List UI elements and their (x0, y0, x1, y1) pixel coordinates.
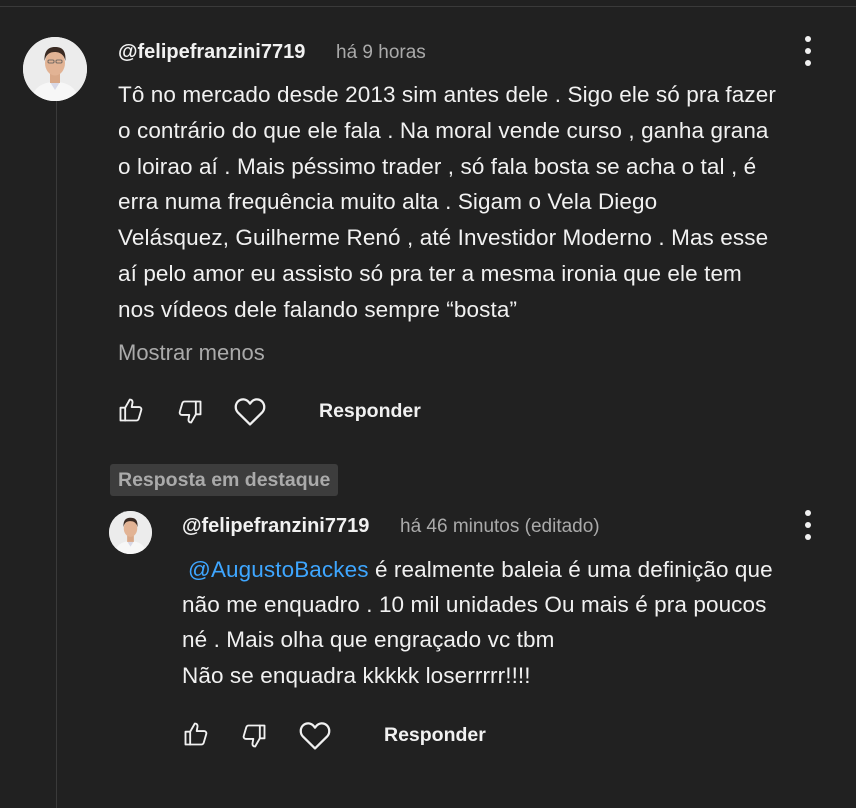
avatar[interactable] (109, 511, 152, 554)
comment-line: Tô no mercado desde 2013 sim antes dele … (118, 82, 776, 107)
comment-line: o contrário do que ele fala . Na moral v… (118, 118, 769, 143)
comment-thread: @felipefranzini7719 há 9 horas Tô no mer… (0, 0, 856, 808)
thread-line (56, 94, 57, 808)
comment-line: Velásquez, Guilherme Renó , até Investid… (118, 225, 769, 250)
more-vertical-icon[interactable] (800, 509, 816, 541)
reply-line: não me enquadro . 10 mil unidades Ou mai… (182, 592, 767, 617)
thumbs-up-icon[interactable] (182, 720, 210, 748)
comment-line: o loirao aí . Mais péssimo trader , só f… (118, 154, 757, 179)
show-less-button[interactable]: Mostrar menos (118, 340, 265, 366)
reply-timestamp[interactable]: há 46 minutos (editado) (400, 516, 600, 538)
thumbs-down-icon[interactable] (240, 722, 268, 750)
comment-line: erra numa frequência muito alta . Sigam … (118, 189, 658, 214)
comment-line: nos vídeos dele falando sempre “bosta” (118, 297, 518, 322)
more-vertical-icon[interactable] (800, 35, 816, 67)
comment-author[interactable]: @felipefranzini7719 (118, 41, 305, 64)
comment-timestamp[interactable]: há 9 horas (336, 42, 426, 64)
thumbs-down-icon[interactable] (176, 398, 204, 426)
highlighted-reply-badge: Resposta em destaque (110, 464, 339, 496)
heart-icon[interactable] (233, 395, 267, 427)
divider (0, 6, 856, 7)
heart-icon[interactable] (298, 719, 332, 751)
thumbs-up-icon[interactable] (117, 396, 145, 424)
reply-button[interactable]: Responder (319, 400, 421, 423)
reply-line: Não se enquadra kkkkk loserrrrr!!!! (182, 663, 531, 688)
reply-line: né . Mais olha que engraçado vc tbm (182, 627, 555, 652)
reply-button[interactable]: Responder (384, 724, 486, 747)
user-mention-link[interactable]: @AugustoBackes (188, 557, 369, 582)
reply-line-text: é realmente baleia é uma definição que (368, 557, 773, 582)
reply-line: @AugustoBackes é realmente baleia é uma … (182, 557, 773, 583)
comment-line: aí pelo amor eu assisto só pra ter a mes… (118, 261, 742, 286)
avatar[interactable] (23, 37, 87, 101)
reply-author[interactable]: @felipefranzini7719 (182, 515, 369, 538)
